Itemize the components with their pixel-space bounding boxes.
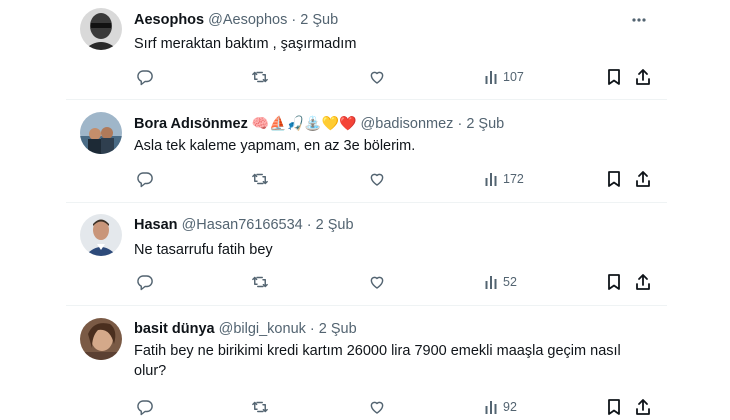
views-icon [484,274,500,290]
author-name[interactable]: Aesophos [134,12,204,28]
like-icon [368,398,386,416]
reply-button[interactable] [136,396,154,418]
separator-dot: · [306,217,312,233]
tweet-actions: 52 [126,271,666,293]
avatar[interactable] [80,112,122,154]
bookmark-icon [606,273,622,291]
author-name[interactable]: Hasan [134,217,178,233]
share-icon [634,273,652,291]
views-icon [484,399,500,415]
bookmark-icon [606,170,622,188]
tweet-date[interactable]: 2 Şub [300,12,338,28]
views-count: 92 [503,400,517,414]
tweet[interactable]: Aesophos @Aesophos · 2 Şub Sırf meraktan… [66,8,666,98]
retweet-button[interactable] [250,168,270,190]
bookmark-button[interactable] [606,168,622,190]
reply-button[interactable] [136,66,154,88]
views-icon [484,171,500,187]
author-handle[interactable]: @badisonmez [361,116,454,132]
views-icon [484,69,500,85]
share-icon [634,68,652,86]
bookmark-button[interactable] [606,396,622,418]
retweet-icon [250,170,270,188]
tweet-actions: 92 [126,396,666,418]
tweet-header: basit dünya @bilgi_konuk · 2 Şub [134,320,357,338]
like-button[interactable] [368,271,386,293]
separator-dot: · [291,12,297,28]
views-count: 172 [503,172,524,186]
tweet-text: Sırf meraktan baktım , şaşırmadım [134,36,357,52]
share-button[interactable] [634,168,652,190]
tweet[interactable]: Hasan @Hasan76166534 · 2 Şub Ne tasarruf… [66,214,666,294]
tweet-date[interactable]: 2 Şub [466,116,504,132]
reply-icon [136,68,154,86]
tweet-actions: 107 [126,66,666,88]
tweet-text: Fatih bey ne birikimi kredi kartım 26000… [134,343,621,379]
like-button[interactable] [368,66,386,88]
divider [66,99,667,100]
share-icon [634,398,652,416]
bookmark-icon [606,398,622,416]
tweet[interactable]: Bora Adısönmez 🧠⛵🎣⛲💛❤️ @badisonmez · 2 Ş… [66,112,666,192]
bookmark-button[interactable] [606,271,622,293]
views-button[interactable]: 92 [484,396,517,418]
reply-feed: Aesophos @Aesophos · 2 Şub Sırf meraktan… [0,0,730,420]
like-icon [368,68,386,86]
views-button[interactable]: 107 [484,66,524,88]
tweet-header: Hasan @Hasan76166534 · 2 Şub [134,216,354,234]
author-name[interactable]: basit dünya [134,321,215,337]
tweet-date[interactable]: 2 Şub [316,217,354,233]
retweet-button[interactable] [250,271,270,293]
divider [66,202,667,203]
like-button[interactable] [368,396,386,418]
retweet-icon [250,398,270,416]
tweet-header: Bora Adısönmez 🧠⛵🎣⛲💛❤️ @badisonmez · 2 Ş… [134,114,504,133]
tweet-text: Ne tasarrufu fatih bey [134,242,273,258]
tweet-actions: 172 [126,168,666,190]
retweet-button[interactable] [250,66,270,88]
avatar[interactable] [80,214,122,256]
separator-dot: · [309,321,315,337]
author-handle[interactable]: @bilgi_konuk [219,321,306,337]
retweet-icon [250,68,270,86]
author-emojis: 🧠⛵🎣⛲💛❤️ [251,115,357,131]
retweet-icon [250,273,270,291]
tweet-text: Asla tek kaleme yapmam, en az 3e bölerim… [134,138,416,154]
views-button[interactable]: 52 [484,271,517,293]
author-handle[interactable]: @Hasan76166534 [182,217,303,233]
like-icon [368,273,386,291]
views-button[interactable]: 172 [484,168,524,190]
separator-dot: · [457,116,463,132]
divider [66,305,667,306]
tweet-header: Aesophos @Aesophos · 2 Şub [134,11,338,29]
author-handle[interactable]: @Aesophos [208,12,287,28]
like-button[interactable] [368,168,386,190]
reply-icon [136,170,154,188]
like-icon [368,170,386,188]
reply-button[interactable] [136,271,154,293]
views-count: 107 [503,70,524,84]
bookmark-icon [606,68,622,86]
tweet[interactable]: basit dünya @bilgi_konuk · 2 Şub Fatih b… [66,318,666,420]
retweet-button[interactable] [250,396,270,418]
reply-icon [136,273,154,291]
share-button[interactable] [634,271,652,293]
share-button[interactable] [634,396,652,418]
more-icon[interactable] [631,12,653,30]
views-count: 52 [503,275,517,289]
reply-button[interactable] [136,168,154,190]
reply-icon [136,398,154,416]
avatar[interactable] [80,318,122,360]
bookmark-button[interactable] [606,66,622,88]
avatar[interactable] [80,8,122,50]
author-name[interactable]: Bora Adısönmez [134,116,248,132]
share-button[interactable] [634,66,652,88]
share-icon [634,170,652,188]
tweet-date[interactable]: 2 Şub [319,321,357,337]
